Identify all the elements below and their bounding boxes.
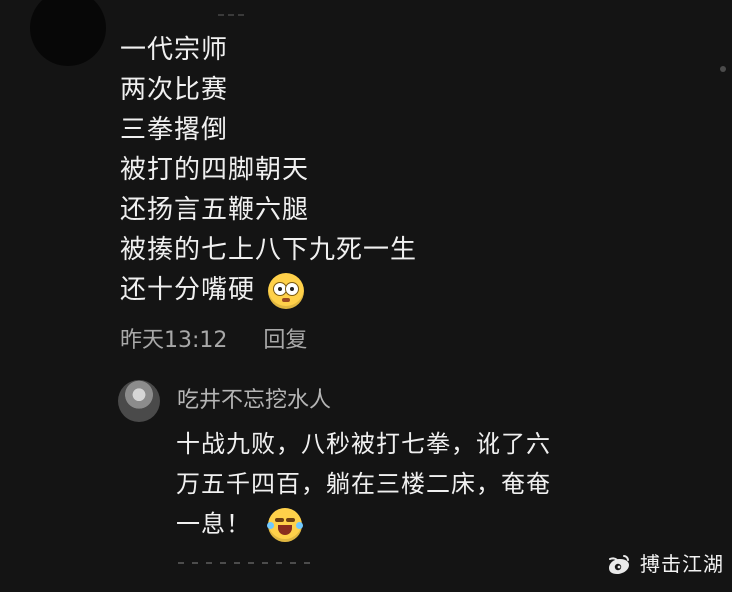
tear-icon — [295, 522, 303, 529]
tear-icon — [266, 522, 274, 529]
reply-dot — [262, 561, 268, 564]
divider-dot — [238, 14, 244, 16]
laugh-tears-icon — [266, 508, 303, 542]
emoji-mouth — [282, 297, 291, 302]
comment-line: 被打的四脚朝天 — [120, 155, 310, 185]
comment-meta: 昨天13:12 回复 — [120, 326, 307, 356]
more-icon[interactable] — [720, 66, 726, 72]
reply-dot — [220, 561, 226, 564]
reply-dot — [304, 561, 310, 564]
reply-dot — [290, 561, 296, 564]
divider-dot — [228, 14, 234, 16]
reply-avatar[interactable] — [118, 380, 160, 422]
reply-line: 万五千四百，躺在三楼二床，奄奄 — [176, 470, 551, 498]
comment-line: 两次比赛 — [120, 75, 229, 105]
reply-line: 一息！ — [176, 504, 656, 544]
reply-author-name[interactable]: 吃井不忘挖水人 — [177, 386, 331, 416]
emoji-eye-right — [285, 518, 295, 522]
emoji-eye-right — [285, 281, 300, 296]
comment-line: 还扬言五鞭六腿 — [120, 195, 310, 225]
weibo-icon — [609, 555, 629, 574]
reply-dot — [206, 561, 212, 564]
reply-dot — [276, 561, 282, 564]
emoji-eye-left — [274, 518, 284, 522]
reply-dot — [192, 561, 198, 564]
comment-line: 还十分嘴硬 — [120, 270, 540, 310]
reply-footer-dots — [178, 561, 338, 564]
comment-line: 被揍的七上八下九死一生 — [120, 235, 418, 265]
reply-line: 十战九败，八秒被打七拳，讹了六 — [176, 430, 551, 458]
watermark-text: 搏击江湖 — [640, 552, 724, 576]
comment-line: 一代宗师 — [120, 35, 229, 65]
comment-line: 三拳撂倒 — [120, 115, 229, 145]
comment-body: 一代宗师 两次比赛 三拳撂倒 被打的四脚朝天 还扬言五鞭六腿 被揍的七上八下九死… — [120, 30, 540, 310]
emoji-mouth — [277, 525, 292, 535]
divider-dot — [218, 14, 224, 16]
reply-dot — [234, 561, 240, 564]
watermark: 搏击江湖 — [604, 548, 724, 580]
reply-dot — [178, 561, 184, 564]
smirk-face-icon — [268, 272, 305, 309]
avatar[interactable] — [30, 0, 106, 66]
reply-line-text: 一息！ — [176, 510, 251, 538]
comment-line-text: 还十分嘴硬 — [120, 275, 256, 305]
reply-body: 十战九败，八秒被打七拳，讹了六 万五千四百，躺在三楼二床，奄奄 一息！ — [176, 424, 656, 544]
header-divider — [218, 14, 254, 17]
reply-button[interactable]: 回复 — [263, 326, 307, 356]
reply-dot — [248, 561, 254, 564]
comment-time: 昨天13:12 — [120, 328, 228, 353]
